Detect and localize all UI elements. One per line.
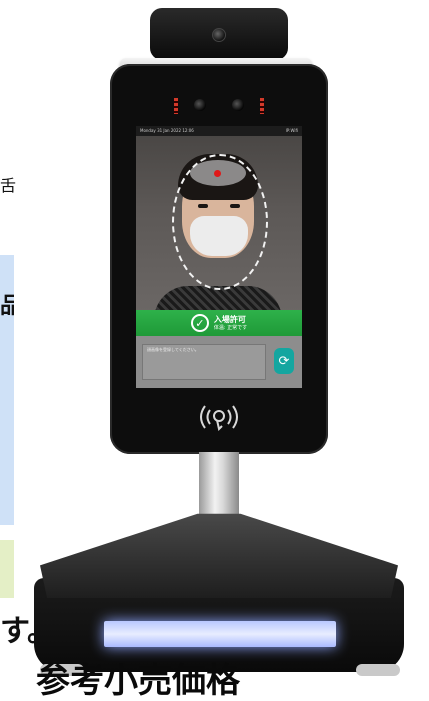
ir-led-right-icon	[260, 98, 264, 114]
banner-sub-text: 体温: 正常です	[213, 324, 248, 331]
nfc-reader-icon	[193, 402, 245, 432]
info-panel: 顔画像を登録してください。 ⟳	[136, 336, 302, 388]
base-foot-right	[356, 664, 400, 676]
left-fragment-top: 舌	[0, 176, 17, 195]
sync-button[interactable]: ⟳	[274, 348, 294, 374]
sync-icon: ⟳	[278, 353, 290, 369]
stand-base-top	[40, 513, 398, 598]
status-datetime: Monday 31 Jan 2022 12:06	[140, 128, 194, 133]
terminal-tablet: Monday 31 Jan 2022 12:06 IP:Wifi ✓ 入場許可 …	[110, 64, 328, 454]
left-green-panel	[0, 540, 14, 598]
device-screen: Monday 31 Jan 2022 12:06 IP:Wifi ✓ 入場許可 …	[136, 126, 302, 388]
base-light-strip	[104, 621, 336, 647]
status-bar: Monday 31 Jan 2022 12:06 IP:Wifi	[136, 126, 302, 136]
stand-pole	[199, 452, 239, 524]
status-network: IP:Wifi	[285, 128, 298, 133]
retail-price-heading: 参考小売価格	[36, 661, 240, 701]
camera-lens-icon	[212, 28, 226, 42]
thermal-sensor-lens-icon	[232, 99, 244, 111]
banner-main-text: 入場許可	[213, 314, 246, 324]
face-detection-frame	[172, 154, 268, 290]
top-camera-module	[150, 8, 288, 60]
info-message: 顔画像を登録してください。	[142, 344, 266, 380]
camera-preview	[136, 136, 302, 320]
left-fragment-mid: 品	[0, 294, 14, 319]
check-circle-icon: ✓	[190, 314, 209, 332]
access-granted-banner: ✓ 入場許可 体温: 正常です	[136, 310, 302, 336]
front-camera-lens-icon	[194, 99, 206, 111]
ir-led-left-icon	[174, 98, 178, 114]
